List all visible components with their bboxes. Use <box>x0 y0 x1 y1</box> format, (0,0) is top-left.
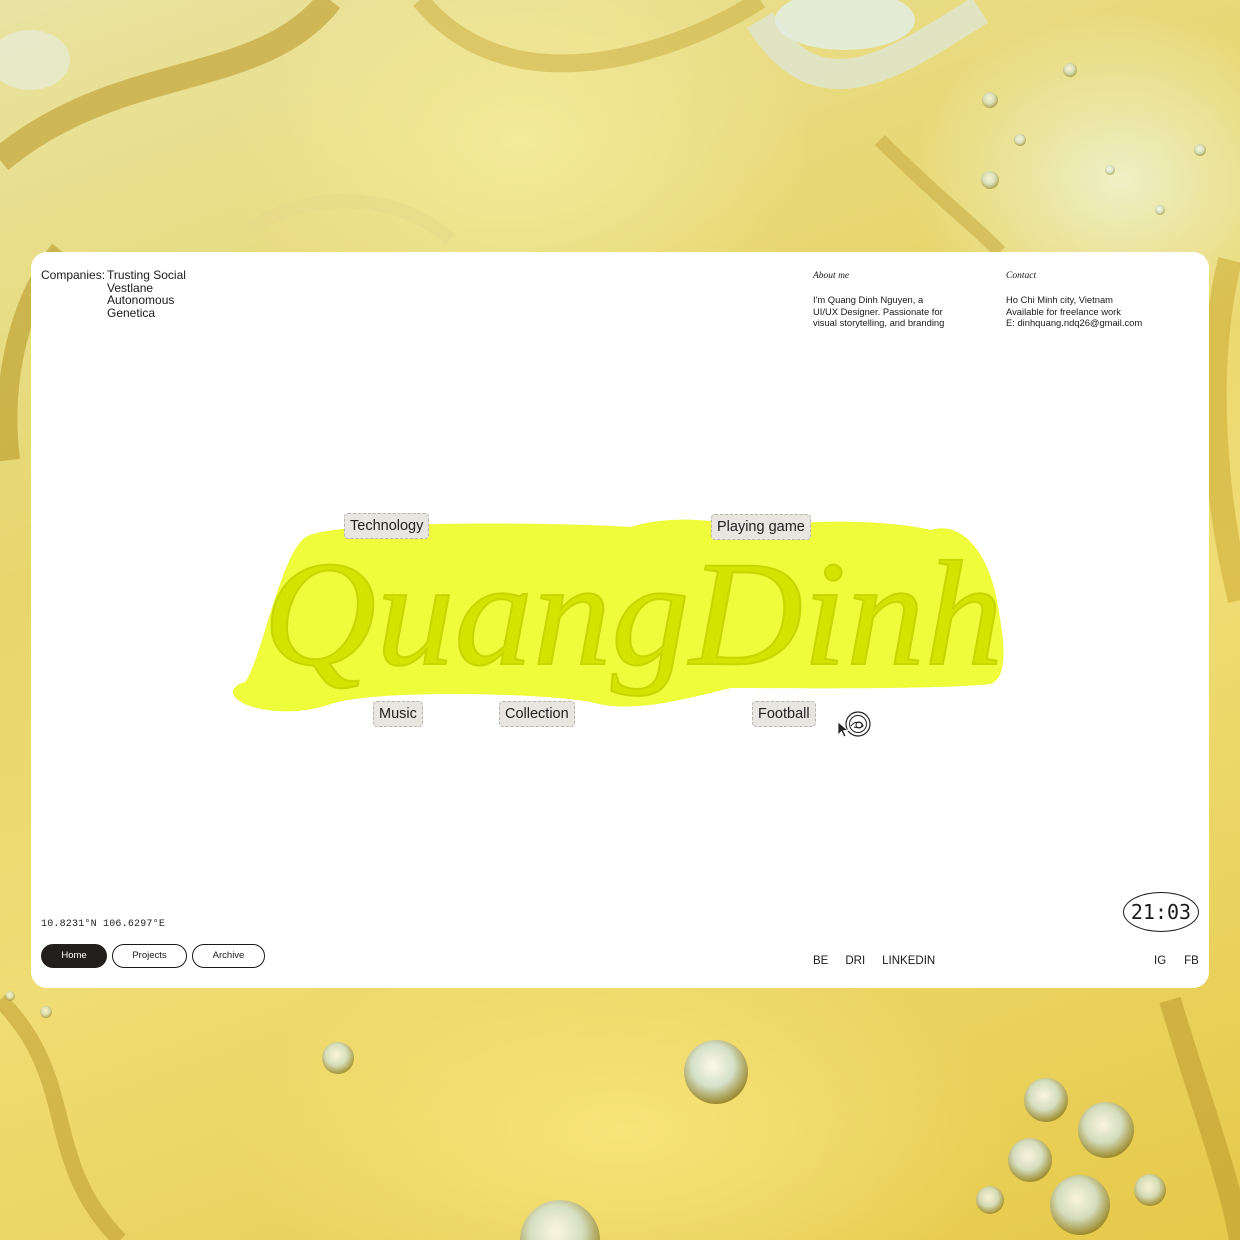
portfolio-card: Companies: Trusting Social Vestlane Auto… <box>31 252 1209 988</box>
main-nav: Home Projects Archive <box>41 944 265 968</box>
link-facebook[interactable]: FB <box>1184 955 1199 967</box>
nav-home-button[interactable]: Home <box>41 944 107 968</box>
link-instagram[interactable]: IG <box>1154 955 1166 967</box>
location-coordinates: 10.8231°N 106.6297°E <box>41 919 166 930</box>
social-links-mid: BE DRI LINKEDIN <box>813 955 935 967</box>
tag-football[interactable]: Football <box>752 701 816 727</box>
tag-collection[interactable]: Collection <box>499 701 575 727</box>
nav-archive-button[interactable]: Archive <box>192 944 265 968</box>
pointer-cursor-icon <box>837 711 871 738</box>
tag-technology[interactable]: Technology <box>344 513 430 539</box>
tag-playing-game[interactable]: Playing game <box>711 514 811 540</box>
link-behance[interactable]: BE <box>813 955 828 967</box>
social-links-right: IG FB <box>1154 955 1199 967</box>
hero-name-logo: QuangDinh <box>232 519 1004 712</box>
clock-display: 21:03 <box>1123 892 1199 932</box>
link-dribbble[interactable]: DRI <box>845 955 865 967</box>
nav-projects-button[interactable]: Projects <box>112 944 187 968</box>
tag-music[interactable]: Music <box>373 701 423 727</box>
hero-name-text: QuangDinh <box>263 531 1003 697</box>
link-linkedin[interactable]: LINKEDIN <box>882 955 935 967</box>
